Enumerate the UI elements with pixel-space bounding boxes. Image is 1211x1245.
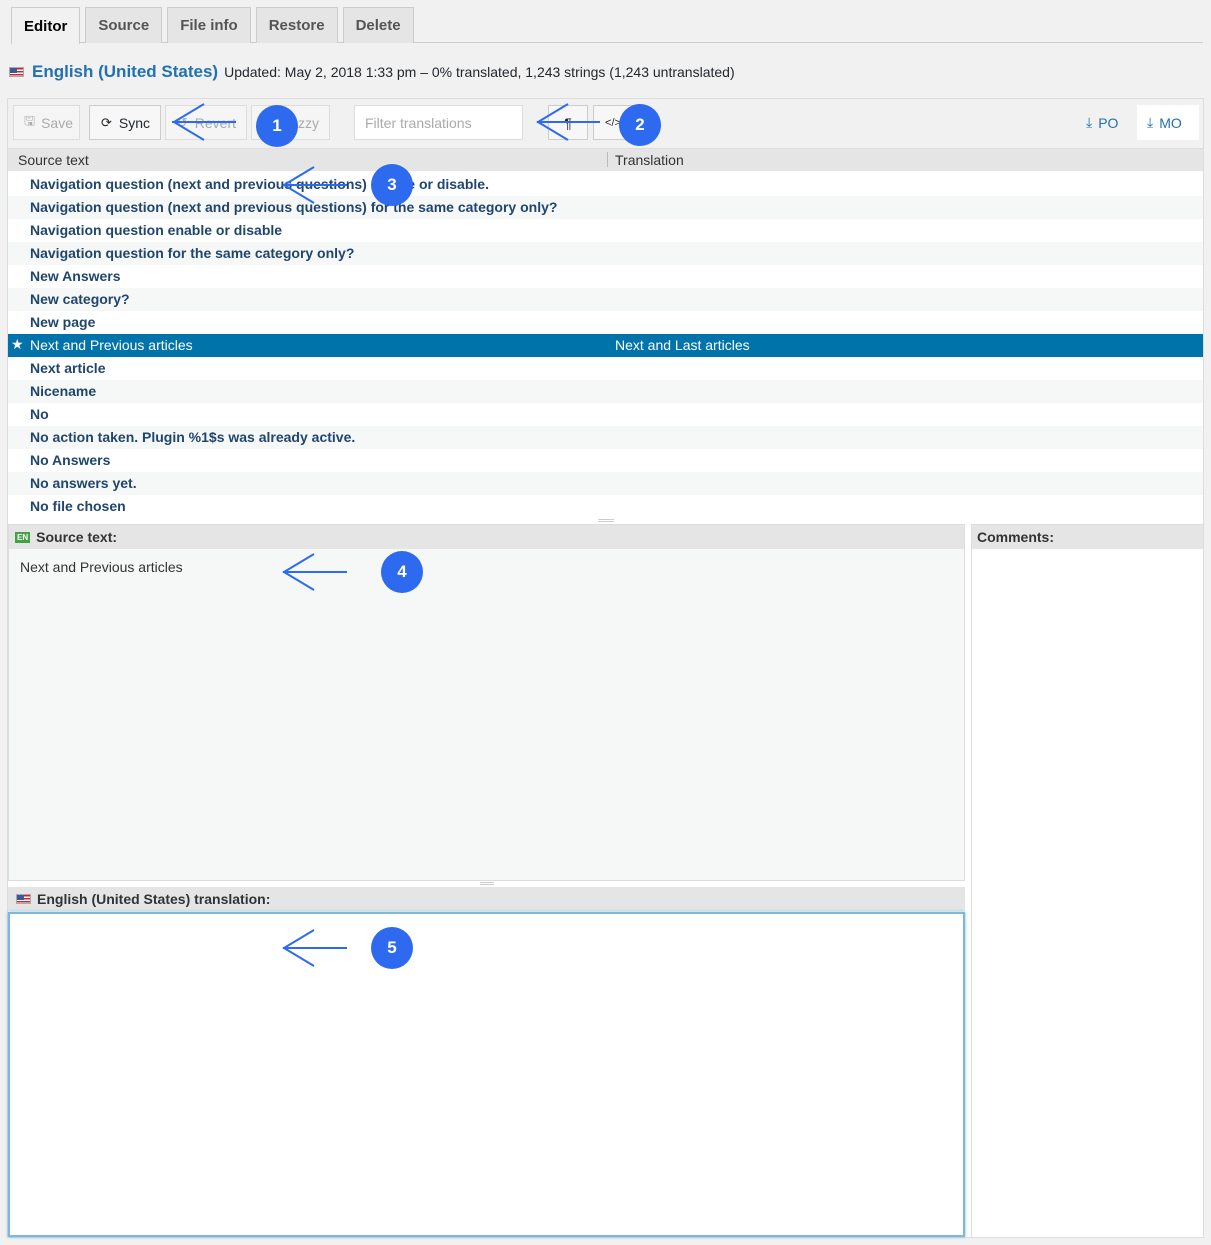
callout-badge: 2 xyxy=(619,104,661,146)
callout-badge: 5 xyxy=(371,927,413,969)
arrow-icon xyxy=(282,166,347,204)
arrow-icon xyxy=(536,103,600,141)
arrow-icon xyxy=(172,103,236,141)
arrow-icon xyxy=(282,929,347,967)
annotation-arrows xyxy=(172,103,600,967)
callout-badge: 4 xyxy=(381,551,423,593)
arrow-icon xyxy=(282,553,347,591)
callout-badge: 1 xyxy=(256,105,298,147)
callout-badge: 3 xyxy=(371,164,413,206)
